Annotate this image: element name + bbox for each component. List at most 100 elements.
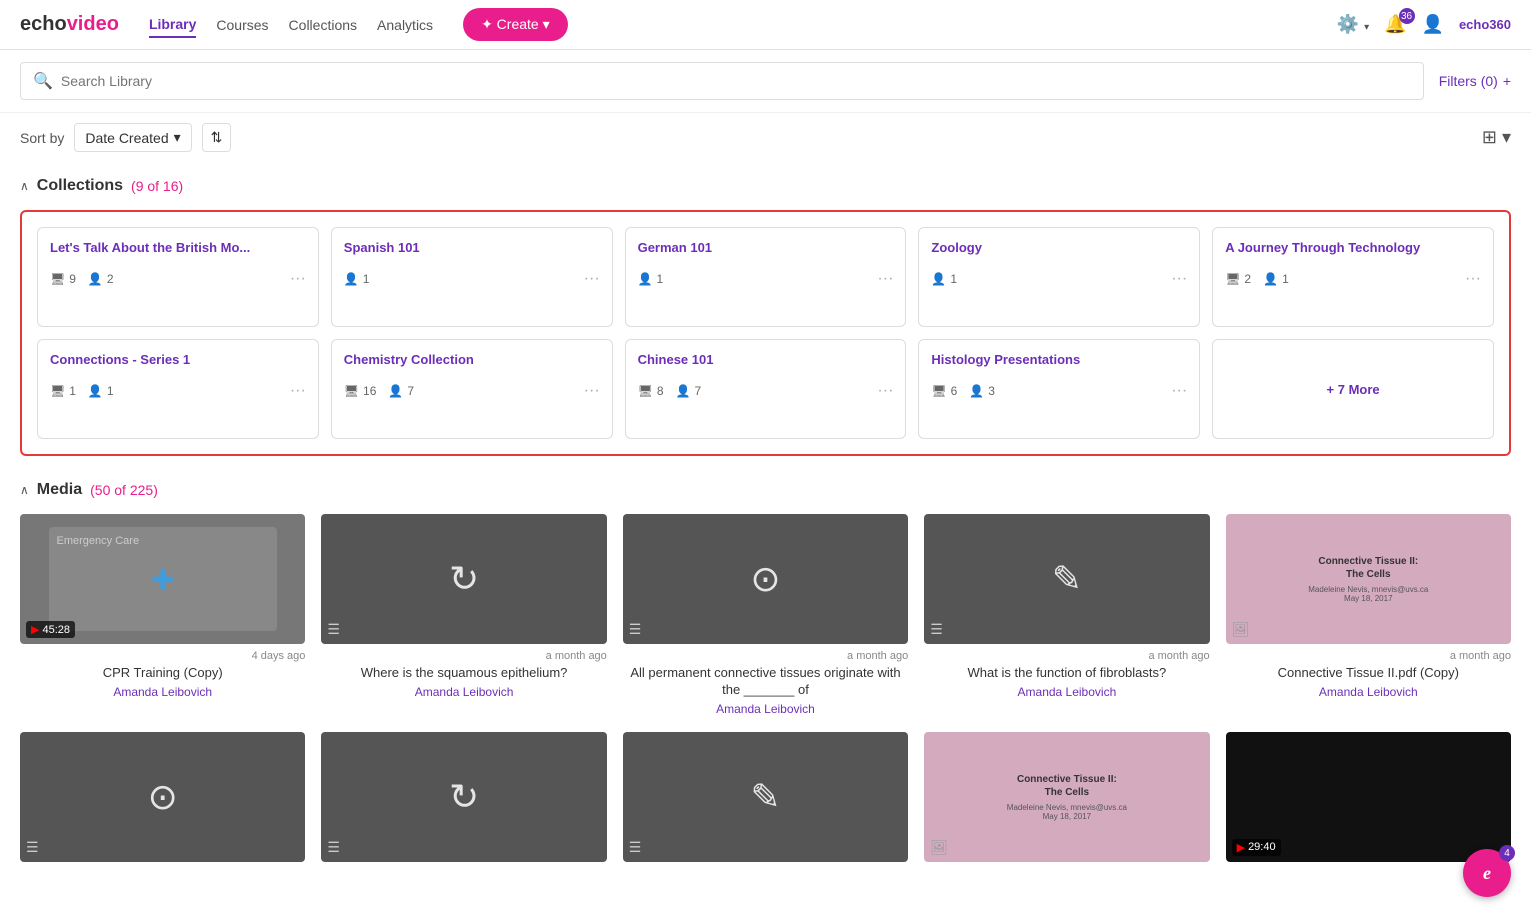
people-count-val-2: 1 <box>657 272 664 286</box>
media-card-r2-1[interactable]: ↻ ☰ <box>321 732 606 862</box>
media-card-0[interactable]: Emergency Care + ▶ 45:28 4 days ago CPR … <box>20 514 305 716</box>
collection-card-6[interactable]: Chemistry Collection 🖥 16 👤 7 ··· <box>331 339 613 439</box>
people-icon-4: 👤 <box>1263 272 1278 286</box>
search-input-wrap[interactable]: 🔍 <box>20 62 1424 100</box>
grid-view-icon: ⊞ <box>1482 127 1497 148</box>
people-count-1: 👤 1 <box>344 272 370 286</box>
nav-analytics[interactable]: Analytics <box>377 13 433 37</box>
collection-card-0[interactable]: Let's Talk About the British Mo... 🖥 9 👤… <box>37 227 319 327</box>
collection-card-4[interactable]: A Journey Through Technology 🖥 2 👤 1 ··· <box>1212 227 1494 327</box>
view-toggle[interactable]: ⊞ ▾ <box>1482 127 1511 148</box>
media-type-badge-r2-1: ☰ <box>327 839 340 856</box>
user-menu-icon[interactable]: 👤 <box>1422 14 1444 35</box>
card-menu-4[interactable]: ··· <box>1465 270 1481 288</box>
media-card-1[interactable]: ↻ ☰ a month ago Where is the squamous ep… <box>321 514 606 716</box>
filters-button[interactable]: Filters (0) + <box>1439 73 1511 89</box>
collection-card-3[interactable]: Zoology 👤 1 ··· <box>918 227 1200 327</box>
card-menu-3[interactable]: ··· <box>1171 270 1187 288</box>
people-count-val-4: 1 <box>1282 272 1289 286</box>
people-count-val-3: 1 <box>950 272 957 286</box>
collection-title-5: Connections - Series 1 <box>50 352 306 367</box>
media-card-r2-4[interactable]: ▶ 29:40 <box>1226 732 1511 862</box>
media-grid-row2: ⊙ ☰ ↻ ☰ ✎ ☰ Connecti <box>20 732 1511 862</box>
media-card-r2-3[interactable]: Connective Tissue II:The Cells Madeleine… <box>924 732 1209 862</box>
media-type-badge-3: ☰ <box>930 621 943 638</box>
record-icon-2: ⊙ <box>750 558 780 600</box>
media-card-2[interactable]: ⊙ ☰ a month ago All permanent connective… <box>623 514 908 716</box>
card-menu-6[interactable]: ··· <box>584 382 600 400</box>
collection-card-7[interactable]: Chinese 101 🖥 8 👤 7 ··· <box>625 339 907 439</box>
card-menu-0[interactable]: ··· <box>290 270 306 288</box>
media-count-4: 🖥 2 <box>1225 272 1251 286</box>
collection-card-1[interactable]: Spanish 101 👤 1 ··· <box>331 227 613 327</box>
nav-library[interactable]: Library <box>149 12 196 38</box>
media-count-5: 🖥 1 <box>50 384 76 398</box>
media-thumb-1: ↻ ☰ <box>321 514 606 644</box>
media-card-4[interactable]: Connective Tissue II:The Cells Madeleine… <box>1226 514 1511 716</box>
media-thumb-r2-0: ⊙ ☰ <box>20 732 305 862</box>
yt-badge-r2-4: ▶ 29:40 <box>1232 839 1281 856</box>
media-type-badge-r2-3: 🖼 <box>930 839 948 856</box>
sort-select[interactable]: Date Created ▾ <box>74 123 191 152</box>
notifications-icon[interactable]: 🔔 36 <box>1384 14 1406 35</box>
collections-section-header[interactable]: ∧ Collections (9 of 16) <box>20 177 1511 195</box>
pres-date-meta-r2-3: May 18, 2017 <box>1043 812 1091 821</box>
chat-button[interactable]: e 4 <box>1463 849 1511 897</box>
media-type-badge-2: ☰ <box>629 621 642 638</box>
people-count-val-0: 2 <box>107 272 114 286</box>
collection-card-8[interactable]: Histology Presentations 🖥 6 👤 3 ··· <box>918 339 1200 439</box>
sort-selected-value: Date Created <box>85 130 168 146</box>
card-menu-5[interactable]: ··· <box>290 382 306 400</box>
collection-meta-5: 🖥 1 👤 1 ··· <box>50 382 306 400</box>
people-icon-3: 👤 <box>931 272 946 286</box>
media-count-val-8: 6 <box>951 384 958 398</box>
card-menu-8[interactable]: ··· <box>1171 382 1187 400</box>
collection-title-3: Zoology <box>931 240 1187 255</box>
card-menu-2[interactable]: ··· <box>877 270 893 288</box>
people-count-4: 👤 1 <box>1263 272 1289 286</box>
media-author-0: Amanda Leibovich <box>20 685 305 699</box>
media-type-badge-r2-0: ☰ <box>26 839 39 856</box>
collection-meta-0: 🖥 9 👤 2 ··· <box>50 270 306 288</box>
collection-meta-4: 🖥 2 👤 1 ··· <box>1225 270 1481 288</box>
media-card-r2-0[interactable]: ⊙ ☰ <box>20 732 305 862</box>
card-menu-7[interactable]: ··· <box>877 382 893 400</box>
settings-chevron: ▾ <box>1364 22 1369 33</box>
media-count-7: 🖥 8 <box>638 384 664 398</box>
collection-card-2[interactable]: German 101 👤 1 ··· <box>625 227 907 327</box>
nav-collections[interactable]: Collections <box>289 13 357 37</box>
card-menu-1[interactable]: ··· <box>584 270 600 288</box>
collection-title-6: Chemistry Collection <box>344 352 600 367</box>
more-collections-button[interactable]: + 7 More <box>1212 339 1494 439</box>
header-right: ⚙️ ▾ 🔔 36 👤 echo360 <box>1337 14 1511 35</box>
media-date-2: a month ago <box>623 650 908 662</box>
youtube-badge-0: ▶ 45:28 <box>26 621 75 638</box>
people-count-val-8: 3 <box>988 384 995 398</box>
nav-courses[interactable]: Courses <box>216 13 268 37</box>
cpr-plus-icon: + <box>151 557 174 602</box>
collection-meta-6: 🖥 16 👤 7 ··· <box>344 382 600 400</box>
collection-card-5[interactable]: Connections - Series 1 🖥 1 👤 1 ··· <box>37 339 319 439</box>
media-card-3[interactable]: ✎ ☰ a month ago What is the function of … <box>924 514 1209 716</box>
collection-title-4: A Journey Through Technology <box>1225 240 1481 255</box>
media-type-badge-1: ☰ <box>327 621 340 638</box>
media-thumb-r2-2: ✎ ☰ <box>623 732 908 862</box>
media-section-header[interactable]: ∧ Media (50 of 225) <box>20 481 1511 499</box>
media-title-0: CPR Training (Copy) <box>20 665 305 682</box>
edit-icon-3: ✎ <box>1052 558 1082 600</box>
edit-icon-r2-2: ✎ <box>750 776 780 818</box>
media-title-3: What is the function of fibroblasts? <box>924 665 1209 682</box>
media-icon-8: 🖥 <box>931 384 946 398</box>
people-count-8: 👤 3 <box>969 384 995 398</box>
create-button[interactable]: ✦ Create ▾ <box>463 8 568 41</box>
people-count-5: 👤 1 <box>88 384 114 398</box>
filters-label: Filters (0) <box>1439 73 1498 89</box>
media-card-r2-2[interactable]: ✎ ☰ <box>623 732 908 862</box>
search-input[interactable] <box>61 73 1411 89</box>
settings-icon[interactable]: ⚙️ ▾ <box>1337 14 1369 35</box>
media-section: ∧ Media (50 of 225) Emergency Care + ▶ 4… <box>20 481 1511 862</box>
sort-order-button[interactable]: ⇅ <box>202 123 232 152</box>
main-content: ∧ Collections (9 of 16) Let's Talk About… <box>0 162 1531 877</box>
brand-label: echo360 <box>1459 17 1511 32</box>
chat-icon: e <box>1483 863 1491 884</box>
